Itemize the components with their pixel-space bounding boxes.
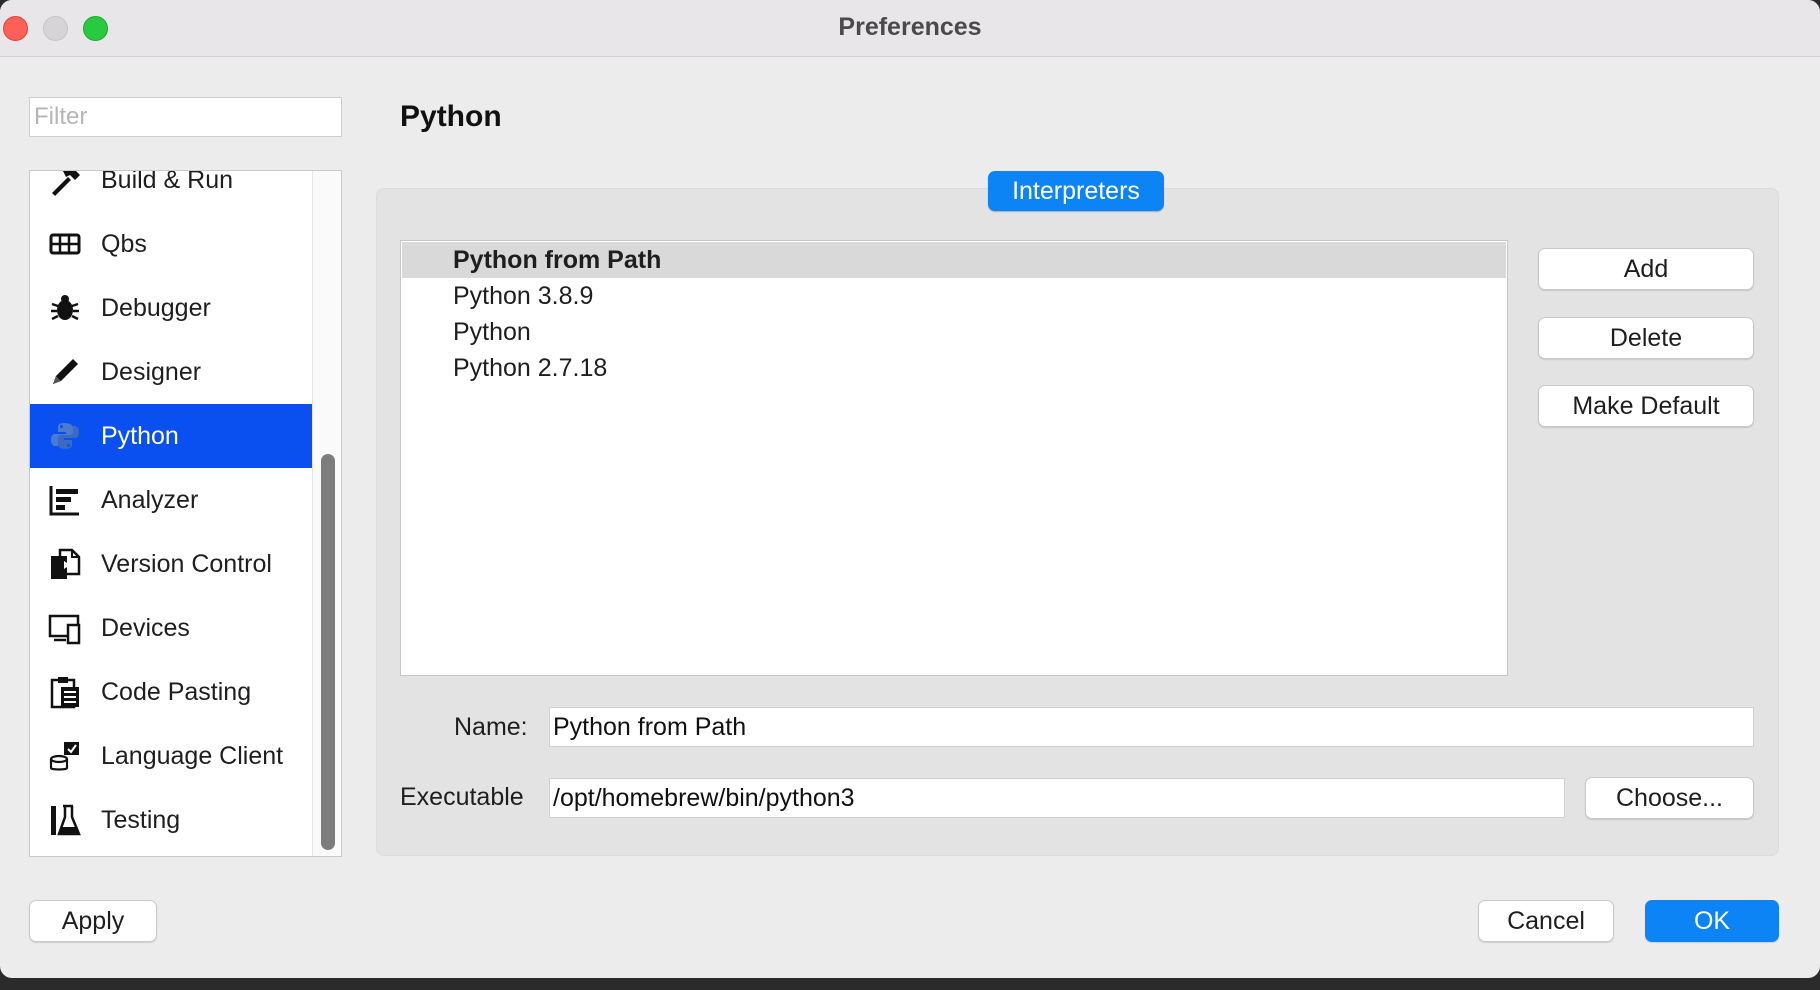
preferences-category-list: Build & Run Qbs Debugger Designer Python (29, 170, 342, 857)
sidebar-item-python[interactable]: Python (30, 404, 312, 468)
sidebar-item-label: Debugger (101, 293, 211, 322)
window-title: Preferences (838, 13, 982, 41)
delete-button[interactable]: Delete (1538, 317, 1754, 359)
interpreter-name: Python from Path (453, 245, 662, 274)
interpreter-list-item[interactable]: Python from Path (402, 242, 1506, 278)
hammer-icon (48, 171, 82, 197)
interpreter-list-item[interactable]: Python 3.8.9 (402, 278, 1506, 314)
interpreter-name: Python 2.7.18 (453, 353, 608, 382)
name-label: Name: (454, 713, 528, 741)
preferences-window: Preferences Build & Run Qbs Debugger (0, 0, 1820, 978)
cancel-button[interactable]: Cancel (1478, 900, 1614, 942)
make-default-button[interactable]: Make Default (1538, 385, 1754, 427)
name-field[interactable] (549, 707, 1754, 747)
sidebar-item-label: Testing (101, 805, 181, 834)
sidebar-item-analyzer[interactable]: Analyzer (30, 468, 312, 532)
interpreter-name: Python (453, 317, 531, 346)
sidebar-item-label: Analyzer (101, 485, 199, 514)
interpreter-list-item[interactable]: Python 2.7.18 (402, 350, 1506, 386)
testing-icon (48, 803, 82, 837)
devices-icon (48, 611, 82, 645)
sidebar-item-label: Version Control (101, 549, 272, 578)
language-client-icon (48, 739, 82, 773)
sidebar-item-label: Designer (101, 357, 202, 386)
page-title: Python (400, 100, 502, 133)
sidebar-scrollbar-thumb[interactable] (321, 454, 335, 850)
add-button[interactable]: Add (1538, 248, 1754, 290)
interpreter-list-item[interactable]: Python (402, 314, 1506, 350)
analyzer-icon (48, 483, 82, 517)
interpreter-list: Python from Path Python 3.8.9 Python Pyt… (400, 240, 1508, 676)
sidebar-item-label: Qbs (101, 229, 147, 258)
sidebar-item-label: Code Pasting (101, 677, 252, 706)
clipboard-icon (48, 675, 82, 709)
apply-button[interactable]: Apply (29, 900, 157, 942)
interpreter-name: Python 3.8.9 (453, 281, 594, 310)
sidebar-item-designer[interactable]: Designer (30, 340, 312, 404)
sidebar-item-version-control[interactable]: Version Control (30, 532, 312, 596)
sidebar-item-language-client[interactable]: Language Client (30, 724, 312, 788)
version-control-icon (48, 547, 82, 581)
python-icon (48, 419, 82, 453)
executable-label: Executable (400, 783, 524, 811)
sidebar-item-label: Devices (101, 613, 190, 642)
pencil-icon (48, 355, 82, 389)
tab-interpreters[interactable]: Interpreters (988, 171, 1164, 211)
bug-icon (48, 291, 82, 325)
sidebar-item-label: Build & Run (101, 170, 234, 194)
sidebar-item-code-pasting[interactable]: Code Pasting (30, 660, 312, 724)
filter-input[interactable] (29, 97, 342, 137)
sidebar-item-label: Language Client (101, 741, 284, 770)
sidebar-item-build-run[interactable]: Build & Run (30, 170, 312, 212)
desktop-background (0, 978, 1820, 990)
sidebar-item-devices[interactable]: Devices (30, 596, 312, 660)
sidebar-item-testing[interactable]: Testing (30, 788, 312, 852)
sidebar-item-debugger[interactable]: Debugger (30, 276, 312, 340)
choose-button[interactable]: Choose... (1585, 777, 1754, 819)
ok-button[interactable]: OK (1645, 900, 1779, 942)
sidebar-item-qbs[interactable]: Qbs (30, 212, 312, 276)
sidebar-item-label: Python (101, 421, 179, 450)
title-bar: Preferences (0, 0, 1820, 57)
executable-field[interactable] (549, 778, 1565, 818)
grid-icon (48, 227, 82, 261)
